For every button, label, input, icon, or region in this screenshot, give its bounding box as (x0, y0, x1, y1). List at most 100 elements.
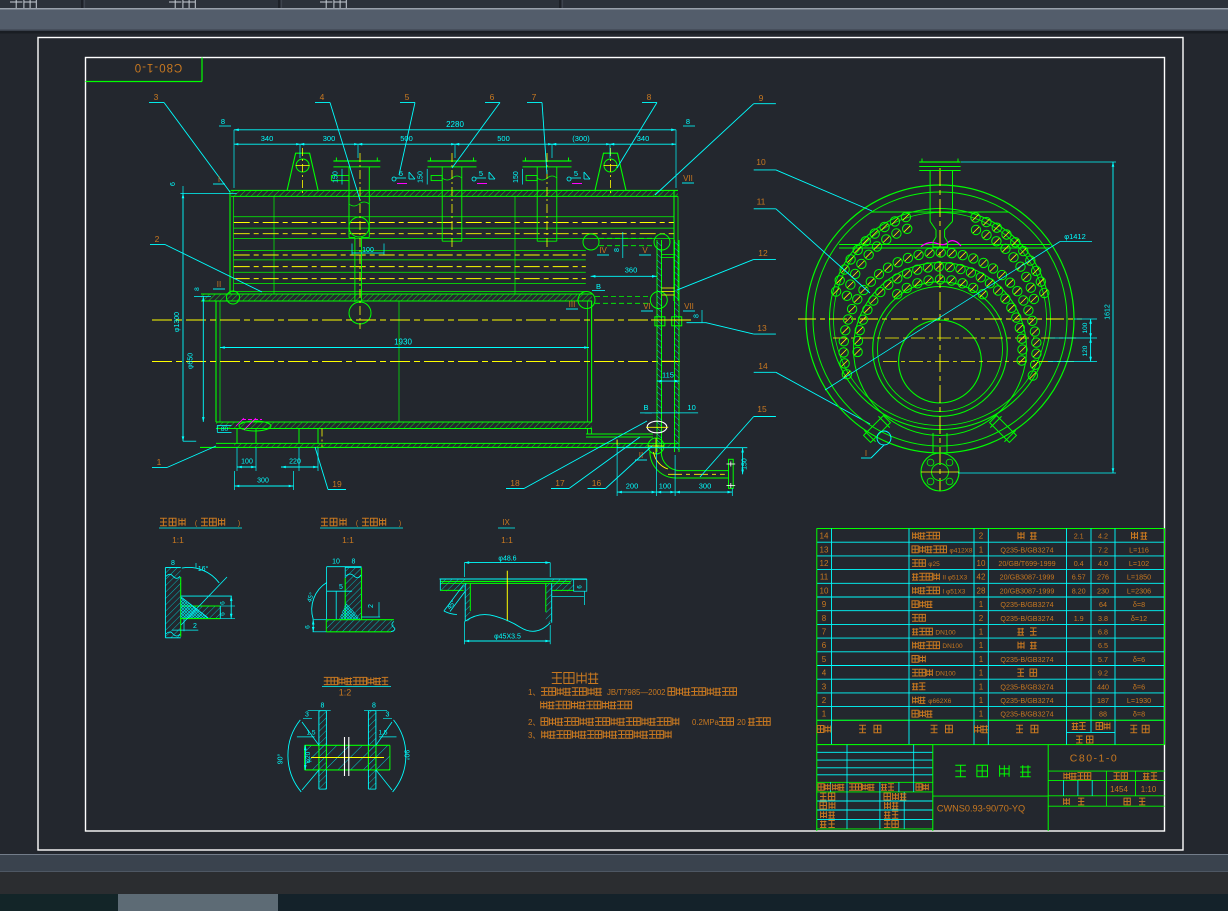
svg-text:8.20: 8.20 (1072, 586, 1086, 595)
svg-text:4: 4 (320, 92, 325, 102)
svg-text:φ650: φ650 (188, 353, 195, 369)
svg-text:6.8: 6.8 (1098, 628, 1108, 637)
svg-text:φ412X8: φ412X8 (950, 547, 973, 554)
svg-text:2: 2 (979, 614, 984, 623)
svg-text:18: 18 (510, 478, 520, 488)
svg-text:L=102: L=102 (1129, 559, 1149, 568)
svg-text:Q235-B/GB3274: Q235-B/GB3274 (1000, 614, 1053, 623)
svg-text:88: 88 (1099, 710, 1107, 719)
svg-text:2: 2 (822, 696, 827, 705)
svg-text:9: 9 (822, 600, 827, 609)
svg-text:Q235-B/GB3274: Q235-B/GB3274 (1000, 655, 1053, 664)
svg-text:δ=12: δ=12 (1131, 614, 1147, 623)
svg-text:V: V (642, 246, 648, 255)
svg-text:C80-1-0: C80-1-0 (1070, 753, 1118, 765)
svg-text:6: 6 (170, 182, 177, 186)
svg-text:φ1300: φ1300 (174, 312, 181, 332)
svg-text:1: 1 (979, 545, 984, 554)
svg-text:8: 8 (694, 314, 701, 318)
svg-text:φ48.6: φ48.6 (498, 556, 516, 563)
svg-text:1:2: 1:2 (339, 688, 352, 698)
svg-text:VI: VI (643, 302, 651, 311)
svg-text:L=1850: L=1850 (1127, 573, 1151, 582)
svg-text:7: 7 (532, 92, 537, 102)
svg-text:Q235-B/GB3274: Q235-B/GB3274 (1000, 545, 1053, 554)
svg-text:100: 100 (1082, 322, 1089, 333)
svg-text:6.57: 6.57 (1072, 573, 1086, 582)
svg-text:II: II (217, 280, 221, 289)
svg-text:100: 100 (659, 482, 672, 491)
svg-text:δ=8: δ=8 (1133, 710, 1145, 719)
svg-text:13: 13 (757, 323, 767, 333)
svg-text:4.0: 4.0 (1098, 559, 1108, 568)
svg-text:1: 1 (979, 600, 984, 609)
svg-text:1: 1 (979, 669, 984, 678)
svg-text:10: 10 (977, 559, 986, 568)
svg-text:I: I (218, 175, 220, 184)
svg-text:9.2: 9.2 (1098, 669, 1108, 678)
svg-text:VII: VII (683, 174, 693, 183)
svg-text:φ45X3.5: φ45X3.5 (494, 634, 521, 641)
svg-text:12: 12 (758, 248, 768, 258)
svg-text:115: 115 (662, 371, 674, 380)
svg-text:300: 300 (699, 482, 712, 491)
svg-text:15: 15 (757, 404, 767, 414)
svg-text:1.5: 1.5 (306, 730, 315, 737)
svg-text:100: 100 (241, 459, 253, 466)
svg-text:DN100: DN100 (935, 671, 956, 678)
svg-text:2: 2 (979, 532, 984, 541)
svg-text:δ=6: δ=6 (1133, 682, 1145, 691)
svg-text:1、: 1、 (528, 688, 540, 697)
svg-text:10: 10 (756, 157, 766, 167)
svg-text:64: 64 (1099, 600, 1107, 609)
svg-text:IX: IX (502, 518, 510, 527)
svg-text:0.4: 0.4 (1074, 559, 1084, 568)
svg-text:8: 8 (352, 559, 356, 566)
svg-text:42: 42 (977, 573, 986, 582)
svg-text:340: 340 (261, 134, 274, 143)
svg-text:90°: 90° (403, 750, 411, 761)
svg-text:10: 10 (820, 586, 829, 595)
svg-text:300: 300 (323, 134, 336, 143)
svg-text:φ20: φ20 (305, 751, 312, 763)
svg-text:IV: IV (599, 246, 607, 255)
svg-text:VII: VII (684, 302, 694, 311)
svg-text:δ=8: δ=8 (1133, 600, 1145, 609)
svg-text:L=116: L=116 (1129, 545, 1149, 554)
svg-text:4: 4 (822, 669, 827, 678)
svg-text:1: 1 (979, 696, 984, 705)
svg-text:2.1: 2.1 (1074, 532, 1084, 541)
svg-text:90°: 90° (277, 754, 285, 765)
svg-text:200: 200 (626, 482, 639, 491)
svg-text:L=1930: L=1930 (1127, 696, 1151, 705)
svg-text:20/GB3087-1999: 20/GB3087-1999 (1000, 573, 1055, 582)
svg-text:B: B (643, 403, 648, 412)
svg-text:440: 440 (1097, 682, 1109, 691)
svg-text:Q235-B/GB3274: Q235-B/GB3274 (1000, 600, 1053, 609)
svg-text:8: 8 (221, 117, 225, 126)
svg-text:Q235-B/GB3274: Q235-B/GB3274 (1000, 710, 1053, 719)
svg-text:7.2: 7.2 (1098, 545, 1108, 554)
svg-text:8: 8 (171, 560, 175, 567)
svg-text:8: 8 (647, 92, 652, 102)
svg-text:5.7: 5.7 (1098, 655, 1108, 664)
svg-text:20/GB3087-1999: 20/GB3087-1999 (1000, 586, 1055, 595)
svg-text:C80-1-0: C80-1-0 (134, 61, 183, 73)
svg-text:6.5: 6.5 (1098, 641, 1108, 650)
svg-text:L=2306: L=2306 (1127, 586, 1151, 595)
svg-text:1: 1 (157, 457, 162, 467)
svg-text:276: 276 (1097, 573, 1109, 582)
svg-text:14: 14 (758, 361, 768, 371)
svg-text:DN100: DN100 (942, 643, 963, 650)
svg-text:150: 150 (513, 171, 520, 183)
svg-text:φ662X6: φ662X6 (928, 698, 951, 705)
svg-text:1:10: 1:10 (1141, 785, 1157, 794)
svg-text:2: 2 (193, 623, 197, 630)
svg-text:B: B (596, 282, 601, 291)
svg-text:III: III (569, 300, 576, 309)
svg-text:8: 8 (686, 117, 690, 126)
svg-text:DN100: DN100 (935, 630, 956, 637)
svg-text:2、: 2、 (528, 718, 540, 727)
svg-text:20: 20 (737, 718, 746, 727)
svg-text:): ) (399, 521, 401, 528)
